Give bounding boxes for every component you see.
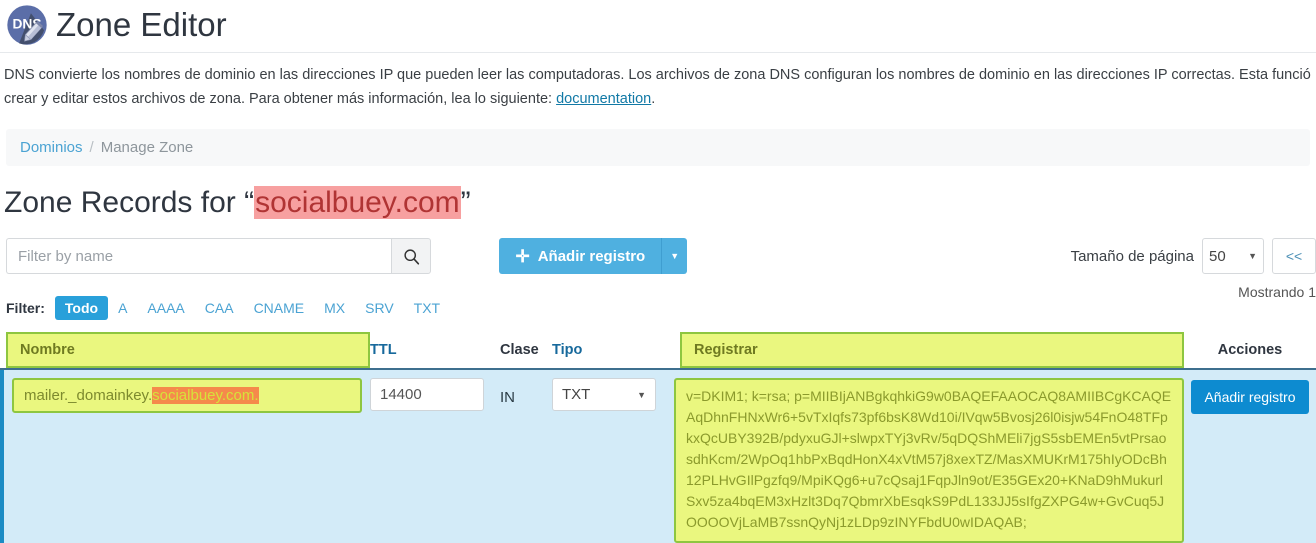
app-header: DNS Zone Editor [0,0,1316,52]
column-header-ttl[interactable]: TTL [370,332,500,368]
cell-clase: IN [500,389,515,406]
zone-records-table: Nombre TTL Clase Tipo Registrar Acciones… [0,332,1316,543]
description-line-2-suffix: . [651,91,656,107]
search-icon [403,248,419,265]
description-line-2: crear y editar estos archivos de zona. P… [4,87,1316,111]
breadcrumb: Dominios / Manage Zone [6,129,1310,166]
cell-ttl [370,378,500,411]
search-input[interactable] [6,238,391,274]
filter-tab-txt[interactable]: TXT [404,296,450,320]
column-header-tipo[interactable]: Tipo [552,332,674,368]
record-type-filters: Filter: Todo A AAAA CAA CNAME MX SRV TXT [0,296,1316,320]
row-add-record-button[interactable]: Añadir registro [1191,380,1309,414]
filter-tab-mx[interactable]: MX [314,296,355,320]
page-size-value: 50 [1209,247,1226,265]
ttl-input[interactable] [370,378,484,411]
filter-search-group [6,238,431,274]
breadcrumb-separator: / [89,139,94,156]
breadcrumb-item-manage-zone: Manage Zone [100,139,194,156]
column-header-nombre-highlight: Nombre [6,332,370,368]
search-button[interactable] [391,238,431,274]
filter-tab-aaaa[interactable]: AAAA [137,296,194,320]
cell-nombre: mailer._domainkey.socialbuey.com. [4,378,370,413]
description-block: DNS convierte los nombres de dominio en … [0,53,1316,111]
filter-tab-a[interactable]: A [108,296,137,320]
page-title: Zone Editor [56,6,227,43]
dns-logo-icon: DNS [7,5,47,45]
column-header-registrar[interactable]: Registrar [674,332,1184,368]
column-header-clase: Clase [500,342,539,358]
showing-count-text: Mostrando 1 [1238,284,1316,300]
record-name-domain-highlight: socialbuey.com. [152,387,259,404]
table-toolbar: ✛ Añadir registro ▼ Tamaño de página 50 … [0,238,1316,300]
zone-editor-page: DNS Zone Editor DNS convierte los nombre… [0,0,1316,543]
chevron-down-icon: ▼ [1248,251,1257,261]
breadcrumb-item-dominios[interactable]: Dominios [20,139,83,156]
page-size-select[interactable]: 50 ▼ [1202,238,1264,274]
add-record-group: ✛ Añadir registro ▼ [499,238,688,274]
filter-tab-srv[interactable]: SRV [355,296,404,320]
zone-records-title: Zone Records for “socialbuey.com” [0,166,1316,224]
filter-tab-caa[interactable]: CAA [195,296,244,320]
zone-title-prefix: Zone Records for “ [4,186,255,219]
pagination-controls: Tamaño de página 50 ▼ << [1071,238,1316,274]
filter-tab-cname[interactable]: CNAME [244,296,315,320]
table-row: mailer._domainkey.socialbuey.com. IN TXT… [0,370,1316,543]
chevron-down-icon: ▼ [637,389,646,400]
zone-title-suffix: ” [460,186,471,219]
column-header-nombre[interactable]: Nombre [0,332,370,368]
cell-registrar: v=DKIM1; k=rsa; p=MIIBIjANBgkqhkiG9w0BAQ… [674,378,1184,543]
plus-icon: ✛ [515,246,530,266]
table-header-row: Nombre TTL Clase Tipo Registrar Acciones [0,332,1316,370]
record-type-select[interactable]: TXT ▼ [552,378,656,411]
filter-tab-todo[interactable]: Todo [54,296,109,320]
cell-tipo: TXT ▼ [552,378,674,411]
column-header-acciones: Acciones [1217,342,1283,358]
add-record-label: Añadir registro [537,247,646,265]
record-value-field[interactable]: v=DKIM1; k=rsa; p=MIIBIjANBgkqhkiG9w0BAQ… [674,378,1184,543]
documentation-link[interactable]: documentation [556,91,651,107]
description-line-1: DNS convierte los nombres de dominio en … [4,67,1311,83]
page-size-label: Tamaño de página [1070,247,1194,265]
column-header-registrar-highlight: Registrar [680,332,1184,368]
filter-label: Filter: [6,300,45,316]
record-type-value: TXT [562,386,591,403]
record-name-prefix: mailer._domainkey. [24,387,153,404]
cell-acciones: Añadir registro [1184,378,1316,414]
record-name-field[interactable]: mailer._domainkey.socialbuey.com. [12,378,362,413]
add-record-dropdown-button[interactable]: ▼ [661,238,688,274]
chevron-down-icon: ▼ [670,251,680,261]
first-page-button[interactable]: << [1272,238,1316,274]
add-record-button[interactable]: ✛ Añadir registro [499,238,662,274]
description-line-2-prefix: crear y editar estos archivos de zona. P… [4,91,557,107]
zone-domain-highlight: socialbuey.com [254,186,461,219]
